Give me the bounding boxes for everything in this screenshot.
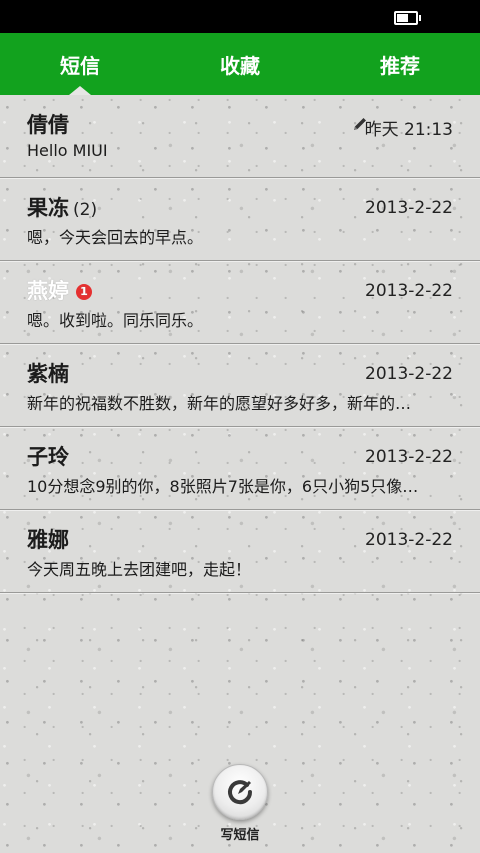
contact-name: 倩倩 [27,109,69,139]
contact-name: 紫楠 [27,358,69,388]
battery-fill [397,14,409,22]
message-count: (2) [73,200,98,220]
conversation-row[interactable]: 燕婷 1 2013-2-22 嗯。收到啦。同乐同乐。 [0,261,480,344]
compose-button[interactable] [212,764,268,820]
message-date: 2013-2-22 [365,364,453,384]
active-tab-indicator [69,86,91,95]
contact-name: 子玲 [27,441,69,471]
conversation-row[interactable]: 子玲 2013-2-22 10分想念9别的你，8张照片7张是你，6只小狗5只像… [0,427,480,510]
message-preview: 嗯。收到啦。同乐同乐。 [27,311,204,330]
contact-name: 燕婷 1 [27,275,92,305]
tab-favorites[interactable]: 收藏 [160,33,320,95]
conversation-row[interactable]: 倩倩 昨天 21:13 Hello MIUI [0,95,480,178]
contact-name-text: 倩倩 [27,113,69,137]
unread-badge: 1 [76,284,92,300]
contact-name: 雅娜 [27,524,69,554]
compose-pen-icon [228,780,253,805]
conversation-list: 倩倩 昨天 21:13 Hello MIUI 果冻 (2) 2013-2-22 嗯… [0,95,480,593]
contact-name: 果冻 (2) [27,192,97,222]
tab-recommended[interactable]: 推荐 [320,33,480,95]
message-date: 2013-2-22 [365,198,453,218]
contact-name-text: 子玲 [27,445,69,469]
tab-bar: 短信 收藏 推荐 [0,33,480,95]
message-preview: 嗯，今天会回去的早点。 [27,228,204,247]
status-bar [0,0,480,33]
contact-name-text: 燕婷 [27,279,69,303]
message-date: 2013-2-22 [365,447,453,467]
message-preview: 今天周五晚上去团建吧，走起！ [27,560,252,579]
conversation-row[interactable]: 雅娜 2013-2-22 今天周五晚上去团建吧，走起！ [0,510,480,593]
contact-name-text: 雅娜 [27,528,69,552]
conversation-row[interactable]: 果冻 (2) 2013-2-22 嗯，今天会回去的早点。 [0,178,480,261]
message-date: 2013-2-22 [365,281,453,301]
contact-name-text: 紫楠 [27,362,69,386]
message-preview: Hello MIUI [27,141,108,160]
message-preview: 新年的祝福数不胜数，新年的愿望好多好多，新年的… [27,394,412,413]
message-date: 2013-2-22 [365,530,453,550]
compose-label: 写短信 [220,828,260,843]
contact-name-text: 果冻 [27,196,69,220]
battery-icon [394,11,421,25]
message-preview: 10分想念9别的你，8张照片7张是你，6只小狗5只像… [27,477,419,496]
message-date: 昨天 21:13 [364,120,453,140]
conversation-row[interactable]: 紫楠 2013-2-22 新年的祝福数不胜数，新年的愿望好多好多，新年的… [0,344,480,427]
compose-area: 写短信 [0,762,480,853]
